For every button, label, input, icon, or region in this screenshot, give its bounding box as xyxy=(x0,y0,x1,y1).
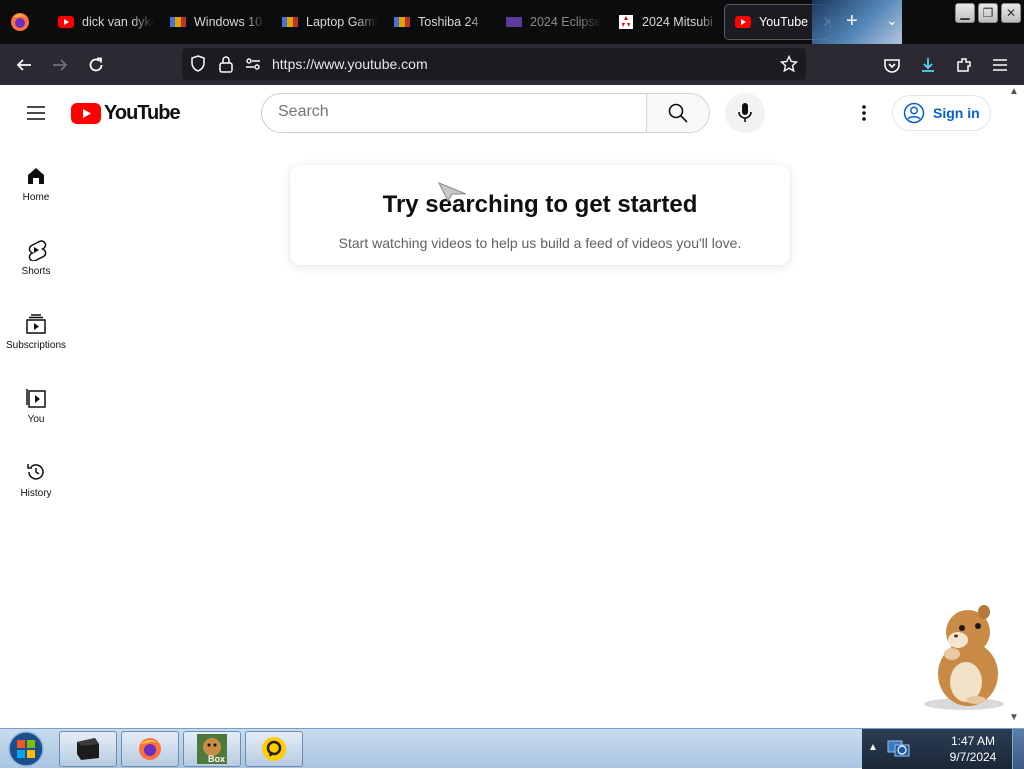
tab-eclipse[interactable]: 2024 Eclipse xyxy=(496,4,602,40)
network-tray-icon[interactable] xyxy=(886,737,912,766)
youtube-header: YouTube Sign in xyxy=(0,85,1024,141)
show-hidden-icons-arrow[interactable]: ▲ xyxy=(868,742,878,753)
sidebar-item-history[interactable]: History xyxy=(0,446,72,520)
site-favicon-icon xyxy=(394,16,410,28)
empty-feed-subtitle: Start watching videos to help us build a… xyxy=(338,235,742,251)
browser-tab-bar: dick van dyke Windows 10 Laptop Gaming T… xyxy=(0,0,1024,44)
search-icon xyxy=(668,103,688,123)
site-favicon-icon xyxy=(506,16,522,28)
taskbar-terminal-app[interactable] xyxy=(59,731,117,767)
firefox-menu-icon[interactable] xyxy=(8,10,32,34)
hamster-mascot-image xyxy=(918,602,1010,712)
box-app-label: Box xyxy=(208,754,226,764)
windows-taskbar: Box ▲ 1:47 AM 9/7/2024 xyxy=(0,728,1024,769)
taskbar-box-app[interactable]: Box xyxy=(183,731,241,767)
sign-in-label: Sign in xyxy=(933,105,980,121)
extensions-icon[interactable] xyxy=(953,54,975,76)
clock-time: 1:47 AM xyxy=(950,734,996,748)
site-favicon-icon xyxy=(170,16,186,28)
search-input[interactable] xyxy=(278,103,618,121)
taskbar-firefox-app[interactable] xyxy=(121,731,179,767)
account-icon xyxy=(903,102,925,124)
sidebar-item-label: History xyxy=(20,488,52,499)
downloads-icon[interactable] xyxy=(917,54,939,76)
bookmark-star-icon[interactable] xyxy=(779,54,799,78)
sidebar-item-subscriptions[interactable]: Subscriptions xyxy=(0,298,72,372)
sidebar-item-home[interactable]: Home xyxy=(0,150,72,224)
start-button[interactable] xyxy=(4,730,48,768)
tab-laptop-gaming[interactable]: Laptop Gaming xyxy=(272,4,378,40)
minimize-window-button[interactable]: ▁ xyxy=(955,3,975,23)
shorts-icon xyxy=(24,238,48,262)
voice-search-button[interactable] xyxy=(725,93,765,133)
site-favicon-icon xyxy=(282,16,298,28)
url-text[interactable]: https://www.youtube.com xyxy=(272,56,428,72)
tracking-protection-shield-icon[interactable] xyxy=(190,55,206,78)
empty-feed-title: Try searching to get started xyxy=(382,191,698,218)
youtube-logo-icon xyxy=(71,103,101,124)
show-desktop-button[interactable] xyxy=(1012,729,1024,769)
sidebar-item-label: Home xyxy=(22,192,50,203)
sign-in-button[interactable]: Sign in xyxy=(892,95,991,131)
firefox-icon xyxy=(139,738,161,760)
reload-button[interactable] xyxy=(85,54,107,76)
terminal-app-icon xyxy=(77,738,99,760)
sidebar-item-label: Shorts xyxy=(21,266,51,277)
microphone-icon xyxy=(738,103,752,122)
tab-mitsubishi[interactable]: 2024 Mitsubi xyxy=(608,4,720,40)
close-window-button[interactable]: ✕ xyxy=(1001,3,1021,23)
scroll-up-arrow-icon[interactable]: ▲ xyxy=(1009,86,1019,97)
you-icon xyxy=(24,386,48,410)
subscriptions-icon xyxy=(24,312,48,336)
youtube-logo[interactable]: YouTube xyxy=(71,102,181,125)
scroll-down-arrow-icon[interactable]: ▼ xyxy=(1009,712,1019,723)
search-box[interactable] xyxy=(261,93,647,133)
pocket-icon[interactable] xyxy=(881,54,903,76)
mouse-cursor-icon xyxy=(437,182,468,207)
search-button[interactable] xyxy=(646,93,710,133)
clock-date: 9/7/2024 xyxy=(949,750,997,764)
back-button[interactable] xyxy=(13,54,35,76)
lock-icon[interactable] xyxy=(219,55,233,78)
permissions-icon[interactable] xyxy=(245,56,261,77)
new-tab-button[interactable]: + xyxy=(846,10,858,33)
app-menu-icon[interactable] xyxy=(989,54,1011,76)
guide-menu-icon[interactable] xyxy=(24,103,48,123)
tab-windows-10[interactable]: Windows 10 xyxy=(160,4,266,40)
list-all-tabs-icon[interactable]: ⌄ xyxy=(886,12,898,29)
empty-feed-card: Try searching to get started Start watch… xyxy=(290,165,790,265)
taskbar-clock[interactable]: 1:47 AM 9/7/2024 xyxy=(936,733,1010,765)
youtube-favicon-icon xyxy=(58,16,74,28)
settings-more-icon[interactable] xyxy=(852,101,876,125)
youtube-favicon-icon xyxy=(735,16,751,28)
tab-dick-van-dyke[interactable]: dick van dyke xyxy=(48,4,154,40)
windows-logo-icon xyxy=(8,731,44,767)
tab-label: YouTube xyxy=(759,15,809,29)
system-tray: ▲ 1:47 AM 9/7/2024 xyxy=(862,729,1024,769)
tab-toshiba[interactable]: Toshiba 24 xyxy=(384,4,490,40)
url-bar[interactable]: https://www.youtube.com xyxy=(182,48,806,80)
sidebar-item-label: Subscriptions xyxy=(5,340,67,351)
sidebar-item-shorts[interactable]: Shorts xyxy=(0,224,72,298)
forward-button[interactable] xyxy=(49,54,71,76)
taskbar-remote-app[interactable] xyxy=(245,731,303,767)
remote-desktop-icon xyxy=(262,737,286,761)
history-icon xyxy=(24,460,48,484)
home-icon xyxy=(24,164,48,188)
mitsubishi-favicon-icon xyxy=(618,15,634,29)
sidebar-item-label: You xyxy=(27,414,45,425)
sidebar-item-you[interactable]: You xyxy=(0,372,72,446)
restore-window-button[interactable]: ❐ xyxy=(978,3,998,23)
youtube-logo-text: YouTube xyxy=(104,102,181,124)
